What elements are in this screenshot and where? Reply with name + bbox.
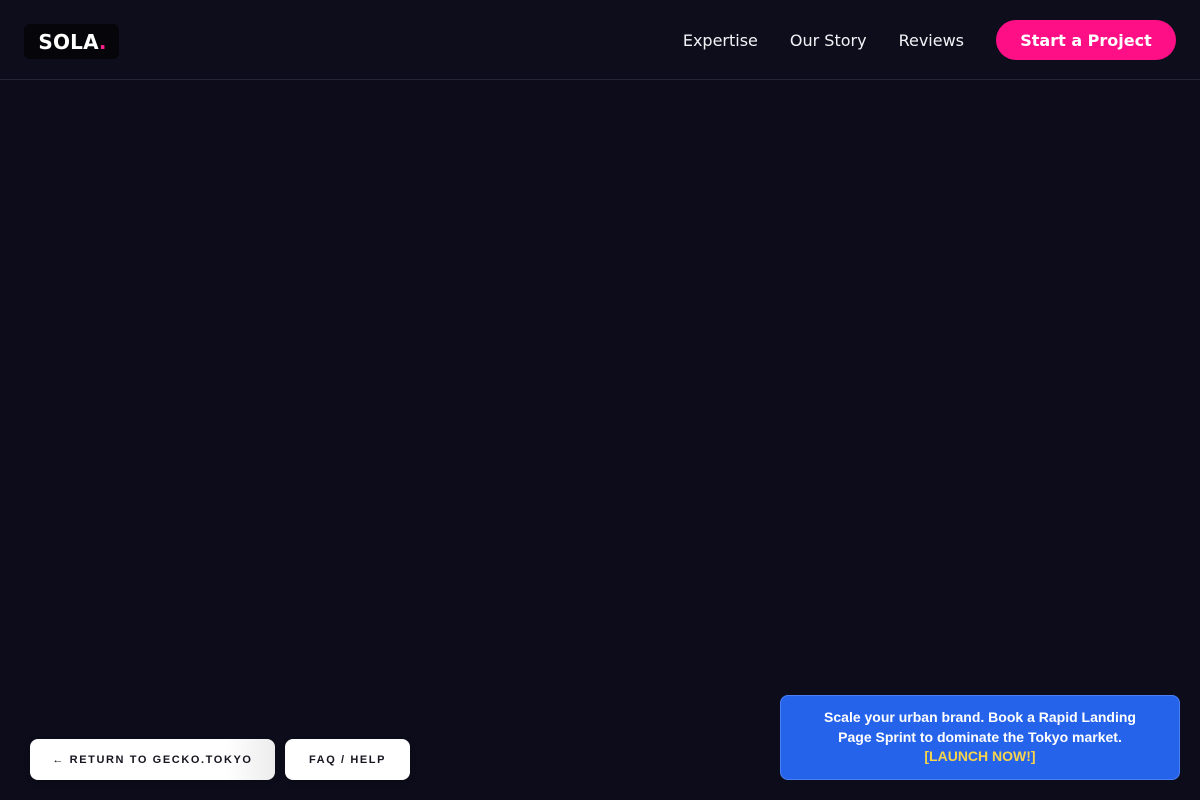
logo-text: SOLA [38, 29, 99, 54]
main-nav: Expertise Our Story Reviews [683, 0, 964, 80]
faq-help-button[interactable]: FAQ / HELP [285, 739, 410, 780]
brand-logo[interactable]: SOLA. [24, 24, 119, 59]
logo-dot: . [98, 29, 107, 54]
nav-link-expertise[interactable]: Expertise [683, 31, 758, 50]
promo-text: Scale your urban brand. Book a Rapid Lan… [824, 709, 1136, 745]
return-to-gecko-button[interactable]: ← RETURN TO GECKO.TOKYO [30, 739, 275, 780]
page: SOLA. Expertise Our Story Reviews Start … [0, 0, 1200, 800]
nav-link-our-story[interactable]: Our Story [790, 31, 867, 50]
start-project-button[interactable]: Start a Project [996, 20, 1176, 60]
launch-now-link[interactable]: [LAUNCH NOW!] [924, 747, 1035, 767]
top-navigation-bar: SOLA. Expertise Our Story Reviews Start … [0, 0, 1200, 80]
nav-link-reviews[interactable]: Reviews [899, 31, 964, 50]
promo-banner: Scale your urban brand. Book a Rapid Lan… [780, 695, 1180, 780]
